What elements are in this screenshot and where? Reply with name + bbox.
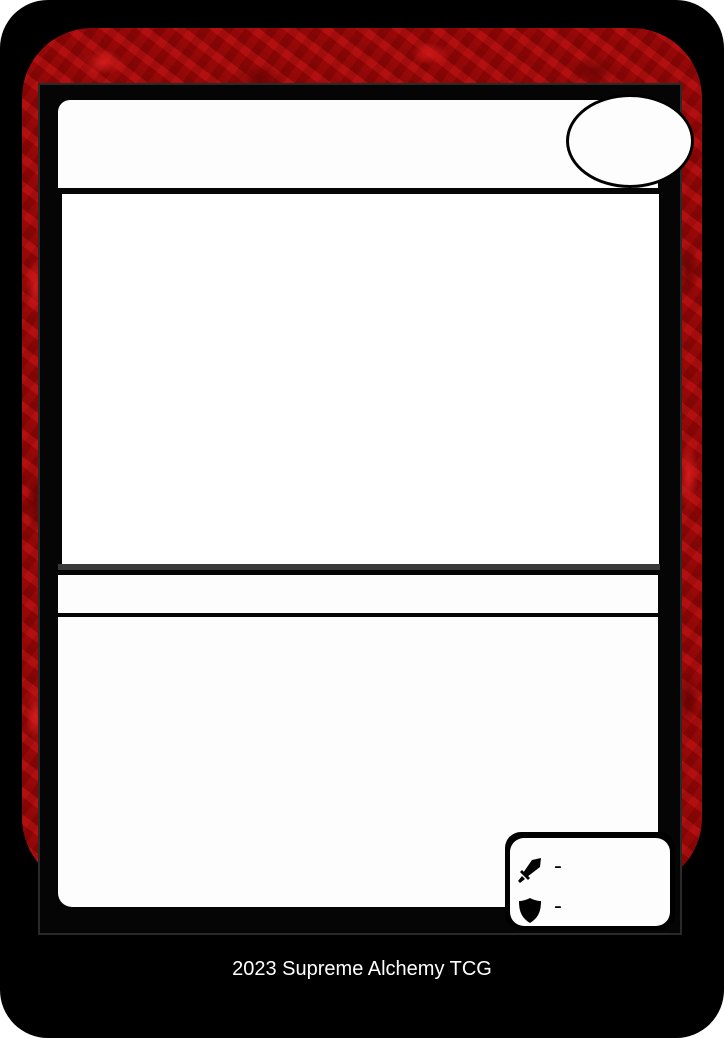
- attack-stat: -: [514, 854, 664, 886]
- attack-value: -: [554, 854, 562, 879]
- cost-circle[interactable]: [566, 94, 694, 188]
- defense-stat: -: [514, 894, 664, 926]
- card-title[interactable]: [80, 128, 550, 164]
- shield-icon: [519, 898, 541, 923]
- card-rules-text[interactable]: [76, 632, 636, 832]
- card: - - 2023 Supreme Alchemy TCG: [0, 0, 724, 1038]
- art-divider: [58, 564, 660, 570]
- art-box[interactable]: [62, 194, 659, 564]
- defense-value: -: [554, 894, 562, 919]
- card-type-line[interactable]: [72, 581, 632, 607]
- footer-credit: 2023 Supreme Alchemy TCG: [232, 958, 492, 980]
- sword-icon: [518, 858, 541, 883]
